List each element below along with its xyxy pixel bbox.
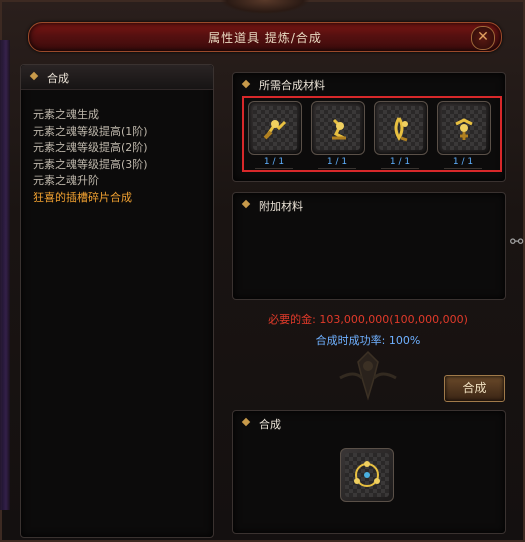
materials-title: 所需合成材料 xyxy=(259,79,325,92)
extra-materials-panel[interactable]: 附加材料 xyxy=(232,192,506,300)
recipe-item-soul-level1[interactable]: 元素之魂等级提高(1阶) xyxy=(33,124,148,141)
result-title: 合成 xyxy=(259,418,281,431)
combine-button[interactable]: 合成 xyxy=(444,375,505,402)
fragment-icon xyxy=(332,118,346,140)
materials-header: 所需合成材料 xyxy=(233,73,505,95)
recipe-list-title: 合成 xyxy=(47,72,69,85)
fragment-icon xyxy=(394,117,408,142)
diamond-bullet-icon xyxy=(241,417,251,427)
fragment-icon xyxy=(263,120,287,140)
recipe-item-soul-level3[interactable]: 元素之魂等级提高(3阶) xyxy=(33,157,148,174)
background-edge xyxy=(0,40,10,510)
recipe-list-panel: 合成 元素之魂生成 元素之魂等级提高(1阶) 元素之魂等级提高(2阶) 元素之魂… xyxy=(20,64,214,538)
material-slot-2[interactable] xyxy=(311,101,365,155)
success-rate-text: 合成时成功率: 100% xyxy=(315,334,421,347)
recipe-list: 元素之魂生成 元素之魂等级提高(1阶) 元素之魂等级提高(2阶) 元素之魂等级提… xyxy=(33,107,148,206)
close-icon[interactable]: ✕ xyxy=(471,26,495,50)
material-count-4: 1 / 1 xyxy=(444,157,482,169)
fragment-icon xyxy=(455,118,473,140)
diamond-bullet-icon xyxy=(241,79,251,89)
diamond-bullet-icon xyxy=(29,71,39,81)
recipe-item-soul-upgrade[interactable]: 元素之魂升阶 xyxy=(33,173,148,190)
recipe-list-header: 合成 xyxy=(21,65,213,90)
recipe-item-soul-level2[interactable]: 元素之魂等级提高(2阶) xyxy=(33,140,148,157)
material-count-1: 1 / 1 xyxy=(255,157,293,169)
recipe-item-soul-create[interactable]: 元素之魂生成 xyxy=(33,107,148,124)
recipe-item-socket-fragment[interactable]: 狂喜的插槽碎片合成 xyxy=(33,190,148,207)
window-title: 属性道具 提炼/合成 xyxy=(208,31,322,45)
title-bar: 属性道具 提炼/合成 ✕ xyxy=(28,22,502,52)
extra-materials-title: 附加材料 xyxy=(259,200,303,213)
material-count-2: 1 / 1 xyxy=(318,157,356,169)
required-gold-text: 必要的金: 103,000,000(100,000,000) xyxy=(268,313,468,326)
result-slot[interactable] xyxy=(340,448,394,502)
socket-item-icon xyxy=(354,461,380,487)
material-count-3: 1 / 1 xyxy=(381,157,419,169)
diamond-bullet-icon xyxy=(241,199,251,209)
emblem-icon xyxy=(339,350,397,401)
material-slot-1[interactable] xyxy=(248,101,302,155)
top-ornament xyxy=(220,0,310,14)
material-slot-3[interactable] xyxy=(374,101,428,155)
side-hook-icon: ⚯ xyxy=(510,232,524,251)
material-slot-4[interactable] xyxy=(437,101,491,155)
